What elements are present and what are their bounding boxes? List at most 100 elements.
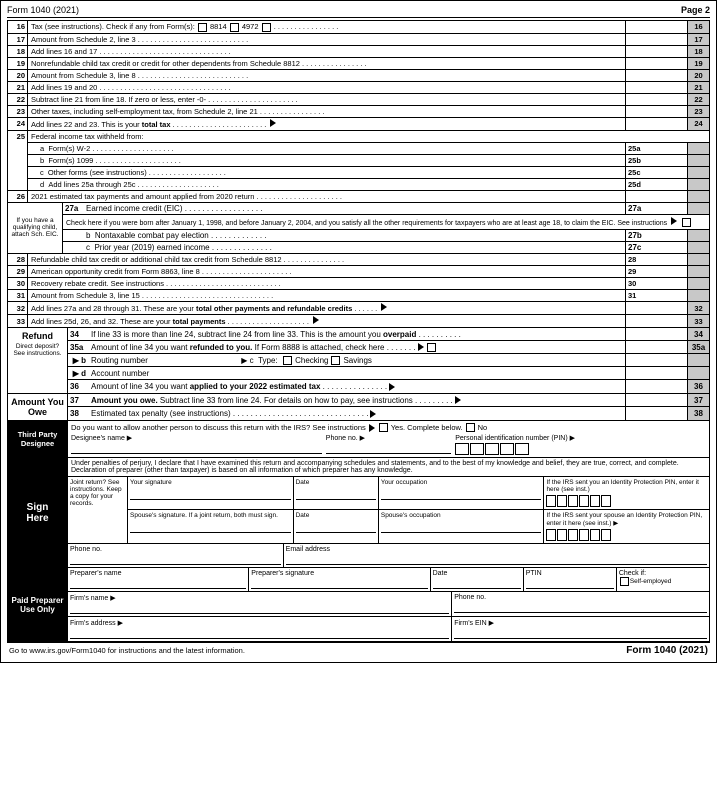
yes-checkbox[interactable]: [379, 423, 388, 432]
phone-no-sign-input[interactable]: [70, 553, 281, 565]
pin-box-2[interactable]: [470, 443, 484, 455]
spouse-occupation-input[interactable]: [381, 519, 542, 533]
line-27c-spacer: [63, 242, 83, 253]
firm-name-label: Firm's name ▶: [70, 595, 116, 602]
line-27a-section: If you have a qualifying child, attach S…: [7, 202, 710, 255]
spouse-sig-input[interactable]: [130, 519, 291, 533]
amount-owe-text: Amount You Owe: [10, 397, 65, 417]
line-31-shaded: [688, 290, 710, 302]
line-25a-shaded: [688, 142, 710, 154]
line-28-shaded: [688, 254, 710, 266]
spouse-pin-box-4[interactable]: [579, 529, 589, 541]
sign-here-content: Under penalties of perjury, I declare th…: [68, 458, 709, 567]
line-17-num: 17: [8, 33, 28, 45]
your-date-input[interactable]: [296, 486, 376, 500]
triangle-icon: [671, 217, 677, 225]
firm-phone-input[interactable]: [454, 601, 707, 613]
spouse-pin-box-5[interactable]: [590, 529, 600, 541]
third-party-question-text: Do you want to allow another person to d…: [71, 423, 366, 432]
email-field: Email address: [284, 544, 709, 567]
pin-box-3[interactable]: [485, 443, 499, 455]
checkbox-1[interactable]: [198, 23, 207, 32]
firm-address-input[interactable]: [70, 627, 449, 639]
third-party-label: Third PartyDesignee: [8, 421, 68, 457]
preparer-name-input[interactable]: [70, 577, 246, 589]
arrow-icon-35a: [418, 343, 424, 351]
line-33-right-num: 33: [688, 315, 710, 328]
amount-owe-label: Amount You Owe: [8, 394, 68, 420]
spouse-pin-label: If the IRS sent your spouse an Identity …: [546, 512, 702, 527]
checking-checkbox[interactable]: [283, 356, 292, 365]
arrow-icon-38: [370, 410, 376, 418]
line-37-amount: [625, 394, 687, 406]
irs-pin-box-6[interactable]: [601, 495, 611, 507]
spouse-date-input[interactable]: [296, 519, 376, 533]
irs-pin-box-3[interactable]: [568, 495, 578, 507]
line-29-num: 29: [8, 266, 28, 278]
designee-name-input[interactable]: [71, 442, 322, 454]
line-36-right-num: 36: [687, 380, 709, 393]
spouse-pin-boxes: [546, 529, 707, 541]
spouse-pin-box-1[interactable]: [546, 529, 556, 541]
line-26-label: 2021 estimated tax payments and amount a…: [28, 190, 626, 202]
line-29-row: 29 American opportunity credit from Form…: [8, 266, 710, 278]
savings-checkbox[interactable]: [331, 356, 340, 365]
firm-name-input[interactable]: [70, 602, 449, 614]
preparer-row-2: Firm's name ▶ Phone no.: [68, 592, 709, 617]
spouse-pin-box-6[interactable]: [601, 529, 611, 541]
irs-pin-boxes: [546, 495, 707, 507]
line-26-row: 26 2021 estimated tax payments and amoun…: [8, 190, 710, 202]
line-36-amount: [625, 380, 687, 393]
irs-pin-box-1[interactable]: [546, 495, 556, 507]
self-employed-checkbox[interactable]: [620, 577, 629, 586]
line-18-row: 18 Add lines 16 and 17 . . . . . . . . .…: [8, 45, 710, 57]
line-22-label: Subtract line 21 from line 18. If zero o…: [28, 93, 626, 105]
firm-ein-field: Firm's EIN ▶: [452, 617, 709, 641]
phone-no-input[interactable]: [326, 442, 451, 454]
line-35d-row: ▶ d Account number: [68, 367, 709, 380]
line-31-box: 31: [626, 290, 688, 302]
eic-note: Check here if you were born after Januar…: [63, 215, 709, 231]
line-18-label: Add lines 16 and 17 . . . . . . . . . . …: [28, 45, 626, 57]
pin-box-1[interactable]: [455, 443, 469, 455]
irs-pin-box-5[interactable]: [590, 495, 600, 507]
line-25d-row: d Add lines 25a through 25c . . . . . . …: [8, 178, 710, 190]
line-27b-shaded: [687, 230, 709, 241]
email-input[interactable]: [286, 553, 707, 565]
pin-box-5[interactable]: [515, 443, 529, 455]
paid-preparer-content: Preparer's name Preparer's signature Dat…: [68, 568, 709, 641]
irs-pin-box-4[interactable]: [579, 495, 589, 507]
no-checkbox[interactable]: [466, 423, 475, 432]
firm-ein-label: Firm's EIN ▶: [454, 620, 494, 627]
preparer-sig-input[interactable]: [251, 577, 427, 589]
preparer-ptin-input[interactable]: [526, 577, 614, 589]
refund-label: Refund: [22, 331, 53, 341]
line-37-row: 37 Amount you owe. Subtract line 33 from…: [68, 394, 709, 407]
irs-pin-box-2[interactable]: [557, 495, 567, 507]
line-32-amount: [626, 302, 688, 315]
preparer-sig-label: Preparer's signature: [251, 570, 427, 577]
checkbox-2[interactable]: [230, 23, 239, 32]
spouse-pin-box-3[interactable]: [568, 529, 578, 541]
footer-form-label: Form 1040 (2021): [626, 645, 708, 656]
pin-label: Personal identification number (PIN) ▶: [455, 434, 706, 442]
firm-phone-field: Phone no.: [452, 592, 709, 616]
checkbox-3[interactable]: [262, 23, 271, 32]
eic-checkbox[interactable]: [682, 218, 691, 227]
joint-return-text: Joint return? See instructions. Keep a c…: [70, 479, 122, 507]
line-20-num: 20: [8, 69, 28, 81]
line-30-box: 30: [626, 278, 688, 290]
pin-box-4[interactable]: [500, 443, 514, 455]
line-26-right-num: [688, 190, 710, 202]
line-26-num: 26: [8, 190, 28, 202]
preparer-check-label: Check if:: [619, 570, 707, 577]
line-36-label: Amount of line 34 you want applied to yo…: [88, 380, 625, 393]
form-8888-checkbox[interactable]: [427, 343, 436, 352]
firm-ein-input[interactable]: [454, 627, 707, 639]
preparer-date-input[interactable]: [433, 577, 521, 589]
line-25a-row: a Form(s) W-2 . . . . . . . . . . . . . …: [8, 142, 710, 154]
line-25-num: 25: [8, 130, 28, 190]
spouse-pin-box-2[interactable]: [557, 529, 567, 541]
your-sig-input[interactable]: [130, 486, 291, 500]
your-occupation-input[interactable]: [381, 486, 542, 500]
